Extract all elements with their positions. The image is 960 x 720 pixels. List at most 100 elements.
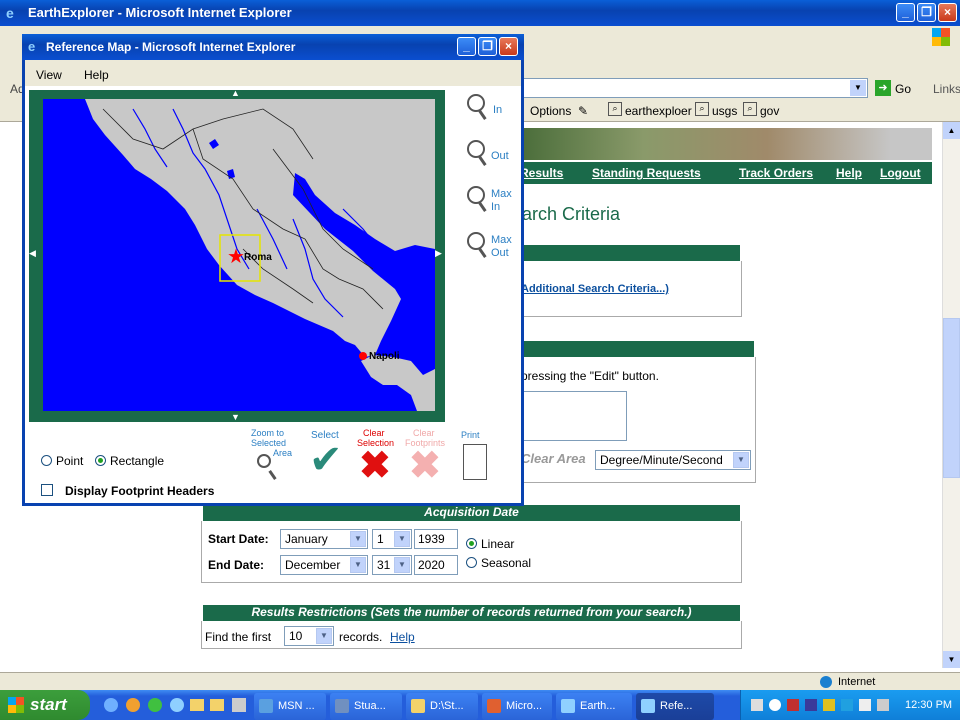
quicklaunch-icon[interactable]	[148, 698, 162, 712]
max-out-button[interactable]: Max Out	[465, 230, 519, 270]
acquisition-header: Acquisition Date	[203, 505, 740, 521]
tray-icon[interactable]	[859, 699, 871, 711]
go-arrow-icon[interactable]: ➜	[875, 80, 891, 96]
nav-logout[interactable]: Logout	[880, 166, 921, 180]
end-year-input[interactable]: 2020	[414, 555, 458, 575]
additional-criteria-link[interactable]: Additional Search Criteria...)	[521, 283, 669, 295]
popup-close-button[interactable]: ×	[499, 37, 518, 56]
tray-icon[interactable]	[841, 699, 853, 711]
tray-icon[interactable]	[751, 699, 763, 711]
pen-icon[interactable]: ✎	[578, 104, 588, 118]
close-button[interactable]: ×	[938, 3, 957, 22]
quicklaunch-icon[interactable]	[232, 698, 246, 712]
quicklaunch-icon[interactable]	[170, 698, 184, 712]
search-icon[interactable]: ⌕	[743, 102, 757, 116]
banner-image	[520, 128, 932, 160]
ie-icon: e	[28, 39, 36, 54]
zoom-out-button[interactable]: Out	[465, 138, 515, 178]
results-help-link[interactable]: Help	[390, 630, 415, 644]
zoom-selected-button[interactable]: Zoom to Selected Area	[249, 428, 299, 488]
end-day-select[interactable]: 31 ▼	[372, 555, 412, 575]
page-icon	[463, 444, 487, 480]
tray-icon[interactable]	[787, 699, 799, 711]
popup-titlebar: e Reference Map - Microsoft Internet Exp…	[22, 34, 524, 60]
clear-selection-button[interactable]: Clear Selection ✖	[355, 428, 403, 488]
quicklaunch-icon[interactable]	[126, 698, 140, 712]
magnifier-icon	[467, 186, 485, 204]
task-msn[interactable]: MSN ...	[254, 693, 326, 720]
pan-west-arrow[interactable]: ◀	[29, 248, 36, 259]
folder-icon[interactable]	[190, 699, 204, 711]
checkmark-icon: ✔	[309, 438, 343, 482]
task-reference[interactable]: Refe...	[636, 693, 714, 720]
popup-minimize-button[interactable]: _	[457, 37, 476, 56]
point-radio[interactable]: Point	[41, 454, 83, 468]
tray-icon[interactable]	[805, 699, 817, 711]
end-date-label: End Date:	[208, 558, 265, 572]
seasonal-radio[interactable]: Seasonal	[466, 556, 531, 570]
tray-icon[interactable]	[769, 699, 781, 711]
coordinate-format-select[interactable]: Degree/Minute/Second ▼	[595, 450, 751, 470]
records-label: records.	[339, 630, 383, 644]
folder-icon[interactable]	[210, 699, 224, 711]
find-first-label: Find the first	[205, 630, 272, 644]
popup-maximize-button[interactable]: ❐	[478, 37, 497, 56]
task-micro[interactable]: Micro...	[482, 693, 552, 720]
task-folder[interactable]: D:\St...	[406, 693, 478, 720]
results-box: Find the first 10 ▼ records. Help	[201, 621, 742, 649]
display-footprint-checkbox[interactable]	[41, 484, 53, 496]
start-month-select[interactable]: January ▼	[280, 529, 368, 549]
faded-x-icon: ✖	[409, 445, 441, 487]
pan-north-arrow[interactable]: ▲	[231, 88, 240, 98]
toolbar-gov[interactable]: gov	[760, 104, 779, 118]
nav-results[interactable]: Results	[520, 166, 563, 180]
address-dropdown[interactable]: ▼	[520, 78, 868, 98]
linear-radio[interactable]: Linear	[466, 537, 514, 551]
task-earth[interactable]: Earth...	[556, 693, 632, 720]
display-footprint-label: Display Footprint Headers	[65, 484, 215, 498]
rectangle-radio[interactable]: Rectangle	[95, 454, 164, 468]
pan-east-arrow[interactable]: ▶	[435, 248, 442, 259]
menu-help[interactable]: Help	[84, 68, 109, 82]
toolbar-usgs[interactable]: usgs	[712, 104, 737, 118]
coordinates-textarea[interactable]	[521, 391, 627, 441]
menu-view[interactable]: View	[36, 68, 62, 82]
quicklaunch-icon[interactable]	[104, 698, 118, 712]
tray-icon[interactable]	[823, 699, 835, 711]
start-button[interactable]: start	[0, 690, 90, 720]
search-icon[interactable]: ⌕	[608, 102, 622, 116]
clear-footprints-button[interactable]: Clear Footprints ✖	[405, 428, 449, 488]
page-scrollbar[interactable]: ▲ ▼	[942, 122, 960, 668]
print-button[interactable]: Print	[457, 430, 497, 490]
toolbar-earthexploer[interactable]: earthexploer	[625, 104, 692, 118]
nav-standing-requests[interactable]: Standing Requests	[592, 166, 701, 180]
minimize-button[interactable]: _	[896, 3, 915, 22]
internet-zone: Internet	[838, 676, 876, 688]
clear-area-button[interactable]: Clear Area	[521, 451, 586, 466]
end-month-select[interactable]: December ▼	[280, 555, 368, 575]
reference-map[interactable]: ★ Roma Napoli	[43, 99, 435, 411]
nav-track-orders[interactable]: Track Orders	[739, 166, 813, 180]
tray-icon[interactable]	[877, 699, 889, 711]
search-icon[interactable]: ⌕	[695, 102, 709, 116]
acquisition-box: Start Date: January ▼ 1 ▼ 1939 End Date: D…	[201, 521, 742, 583]
city-label-rome: Roma	[244, 252, 272, 263]
go-button[interactable]: Go	[895, 82, 911, 96]
links-label[interactable]: Links	[933, 82, 960, 96]
taskbar: start MSN ... Stua... D:\St... Micro... …	[0, 690, 960, 720]
windows-logo-icon	[932, 28, 950, 46]
area-box: pressing the "Edit" button. Clear Area D…	[520, 357, 756, 483]
zoom-in-button[interactable]: In	[465, 92, 515, 132]
maximize-button[interactable]: ❐	[917, 3, 936, 22]
nav-help[interactable]: Help	[836, 166, 862, 180]
pan-south-arrow[interactable]: ▼	[231, 412, 240, 422]
start-year-input[interactable]: 1939	[414, 529, 458, 549]
map-frame: ▲ ▼ ◀ ▶ ★ Roma Napoli	[29, 88, 445, 422]
start-day-select[interactable]: 1 ▼	[372, 529, 412, 549]
record-count-select[interactable]: 10 ▼	[284, 626, 334, 646]
task-stua[interactable]: Stua...	[330, 693, 402, 720]
max-in-button[interactable]: Max In	[465, 184, 519, 224]
magnifier-icon	[257, 454, 271, 468]
options-link[interactable]: Options	[530, 104, 571, 118]
select-button[interactable]: Select ✔	[307, 428, 349, 488]
